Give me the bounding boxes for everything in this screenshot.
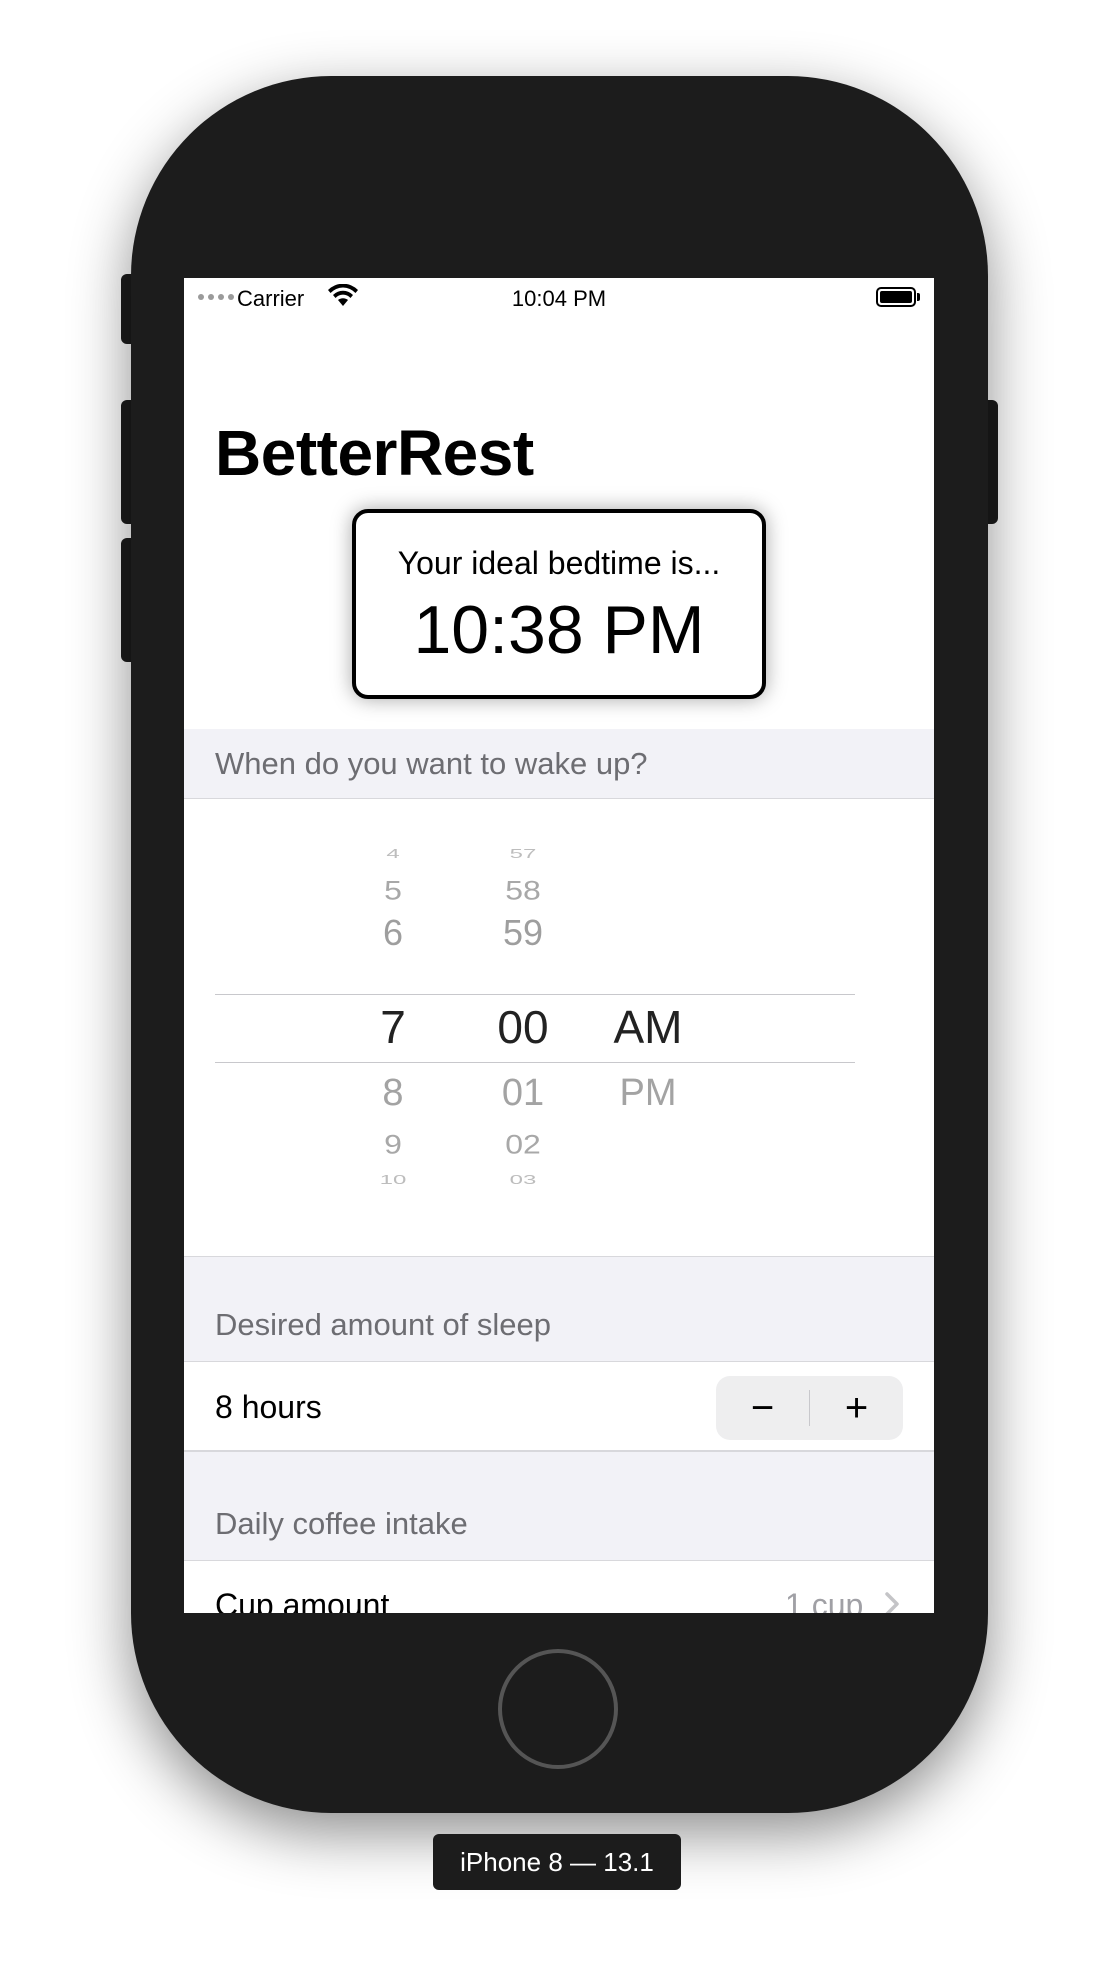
device-label: iPhone 8 — 13.1 <box>433 1834 681 1890</box>
bedtime-result-card: Your ideal bedtime is... 10:38 PM <box>352 509 766 699</box>
bedtime-caption: Your ideal bedtime is... <box>397 545 721 581</box>
minute-option[interactable]: 59 <box>473 912 573 954</box>
chevron-right-icon <box>885 1592 899 1613</box>
cup-amount-value: 1 cup <box>785 1587 864 1613</box>
decrement-button[interactable]: − <box>716 1376 809 1440</box>
increment-button[interactable]: + <box>810 1376 903 1440</box>
sleep-amount-row: 8 hours − + <box>184 1363 934 1451</box>
minute-selected[interactable]: 00 <box>473 1000 573 1054</box>
sleep-section-header: Desired amount of sleep <box>184 1256 934 1362</box>
minute-option[interactable]: 01 <box>473 1072 573 1115</box>
hour-option[interactable]: 6 <box>343 912 443 954</box>
period-selected[interactable]: AM <box>598 1000 698 1054</box>
status-time: 10:04 PM <box>511 286 607 311</box>
picker-selection-top-line <box>215 994 855 995</box>
hour-option[interactable]: 4 <box>343 846 443 861</box>
battery-icon <box>876 287 916 307</box>
wake-time-picker[interactable]: 4 5 6 7 8 9 10 57 58 59 00 01 02 03 AM P… <box>184 800 934 1256</box>
hour-option[interactable]: 8 <box>343 1072 443 1115</box>
page-title: BetterRest <box>215 417 534 489</box>
hour-option[interactable]: 5 <box>343 875 443 906</box>
period-option[interactable]: PM <box>598 1072 698 1115</box>
picker-selection-bottom-line <box>215 1062 855 1063</box>
hour-option[interactable]: 9 <box>343 1129 443 1160</box>
minute-option[interactable]: 58 <box>473 875 573 906</box>
minute-option[interactable]: 57 <box>473 846 573 861</box>
cup-amount-row[interactable]: Cup amount 1 cup <box>184 1561 934 1613</box>
home-button[interactable] <box>498 1649 618 1769</box>
cup-amount-label: Cup amount <box>215 1587 390 1613</box>
app-screen: Carrier 10:04 PM BetterRest Your ideal b… <box>184 278 934 1613</box>
status-bar: Carrier 10:04 PM <box>184 278 934 318</box>
wake-section-header: When do you want to wake up? <box>184 729 934 799</box>
hour-selected[interactable]: 7 <box>343 1000 443 1054</box>
bedtime-value: 10:38 PM <box>413 592 705 668</box>
coffee-section-header: Daily coffee intake <box>184 1451 934 1561</box>
minute-option[interactable]: 02 <box>473 1129 573 1160</box>
hour-option[interactable]: 10 <box>343 1172 443 1187</box>
sleep-stepper[interactable]: − + <box>716 1376 903 1440</box>
minute-option[interactable]: 03 <box>473 1172 573 1187</box>
sleep-amount-value: 8 hours <box>215 1389 322 1425</box>
battery-tip <box>917 293 920 301</box>
